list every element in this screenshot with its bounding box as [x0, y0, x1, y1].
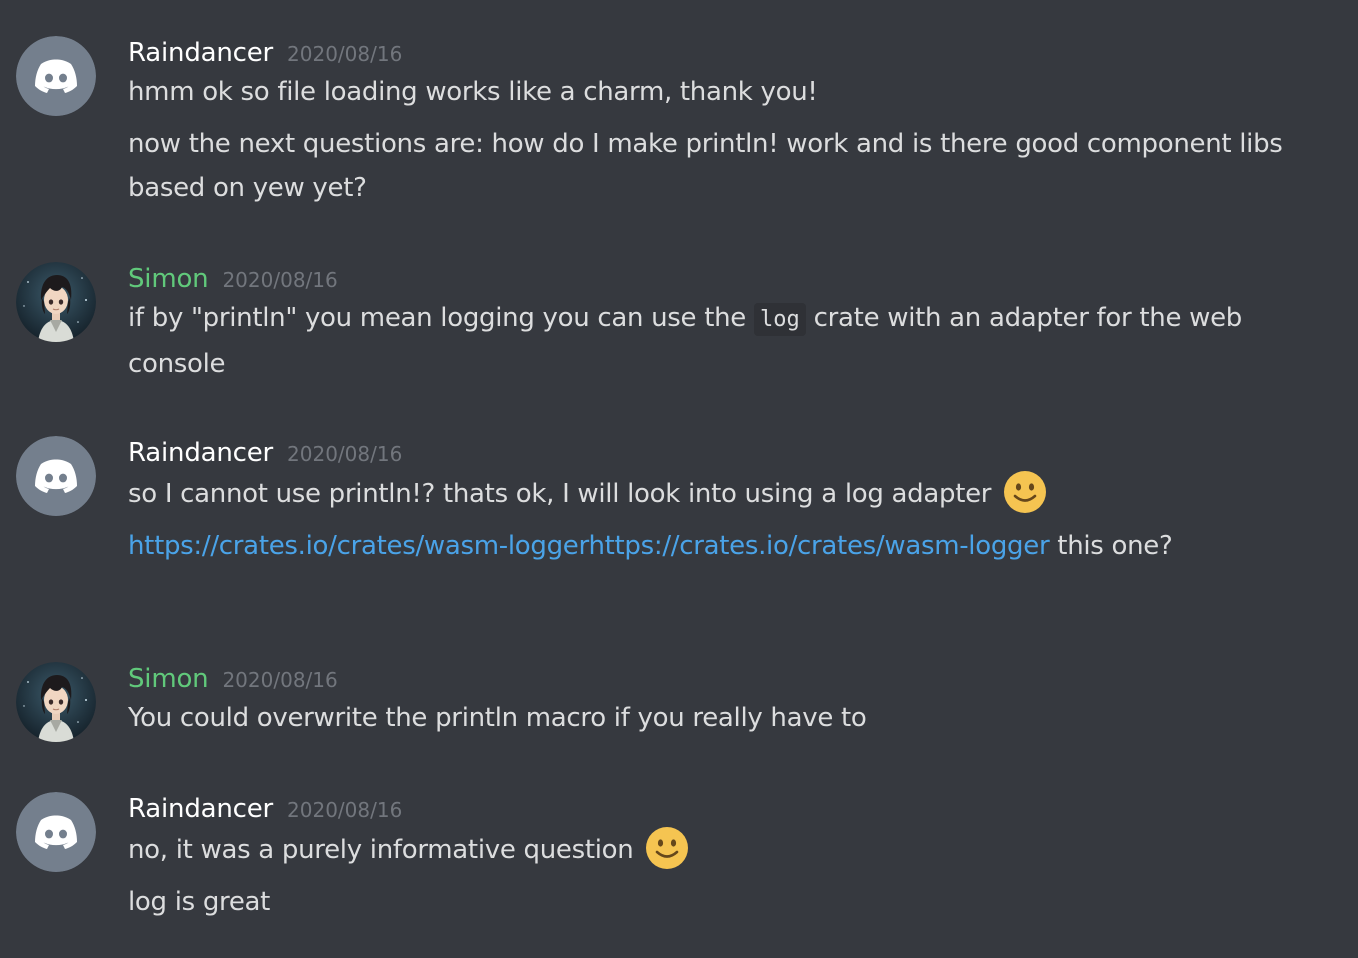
- timestamp: 2020/08/16: [222, 268, 338, 292]
- message-header: Raindancer 2020/08/16: [128, 36, 1298, 70]
- user-avatar[interactable]: [16, 262, 96, 342]
- message-text: hmm ok so file loading works like a char…: [128, 77, 818, 107]
- username[interactable]: Raindancer: [128, 38, 273, 68]
- message-text: You could overwrite the println macro if…: [128, 703, 867, 733]
- message-text: so I cannot use println!? thats ok, I wi…: [128, 470, 1298, 516]
- message-content: Raindancer 2020/08/16 so I cannot use pri…: [128, 436, 1298, 568]
- message-text: now the next questions are: how do I mak…: [128, 129, 1283, 203]
- chat-messages: Raindancer 2020/08/16 hmm ok so file load…: [0, 0, 1358, 958]
- inline-code: log: [753, 303, 806, 336]
- message-text-part: so I cannot use println!? thats ok, I wi…: [128, 479, 1000, 509]
- message-text: no, it was a purely informative question: [128, 826, 1298, 872]
- slight-smile-emoji-icon: [645, 826, 689, 870]
- timestamp: 2020/08/16: [287, 42, 403, 66]
- message-link[interactable]: https://crates.io/crates/wasm-loggerhttp…: [128, 531, 1050, 561]
- message-text-part: no, it was a purely informative question: [128, 835, 642, 865]
- message-header: Raindancer 2020/08/16: [128, 792, 1298, 826]
- message-content: Simon 2020/08/16 You could overwrite the …: [128, 662, 1298, 740]
- message-text-part: if by "println" you mean logging you can…: [128, 303, 754, 333]
- message-text: log is great: [128, 887, 271, 917]
- message-content: Raindancer 2020/08/16 no, it was a purely…: [128, 792, 1298, 924]
- discord-default-avatar-icon[interactable]: [16, 36, 96, 116]
- username[interactable]: Simon: [128, 664, 209, 694]
- timestamp: 2020/08/16: [287, 798, 403, 822]
- username[interactable]: Simon: [128, 264, 209, 294]
- message-header: Raindancer 2020/08/16: [128, 436, 1298, 470]
- message-header: Simon 2020/08/16: [128, 262, 1298, 296]
- timestamp: 2020/08/16: [287, 442, 403, 466]
- message-content: Simon 2020/08/16 if by "println" you mean…: [128, 262, 1298, 386]
- message-text: https://crates.io/crates/wasm-loggerhttp…: [128, 524, 1298, 568]
- slight-smile-emoji-icon: [1003, 470, 1047, 514]
- message-text-part: this one?: [1049, 531, 1173, 561]
- username[interactable]: Raindancer: [128, 438, 273, 468]
- message-text: if by "println" you mean logging you can…: [128, 296, 1298, 386]
- message-header: Simon 2020/08/16: [128, 662, 1298, 696]
- discord-default-avatar-icon[interactable]: [16, 792, 96, 872]
- discord-default-avatar-icon[interactable]: [16, 436, 96, 516]
- user-avatar[interactable]: [16, 662, 96, 742]
- username[interactable]: Raindancer: [128, 794, 273, 824]
- message-content: Raindancer 2020/08/16 hmm ok so file load…: [128, 36, 1298, 210]
- timestamp: 2020/08/16: [222, 668, 338, 692]
